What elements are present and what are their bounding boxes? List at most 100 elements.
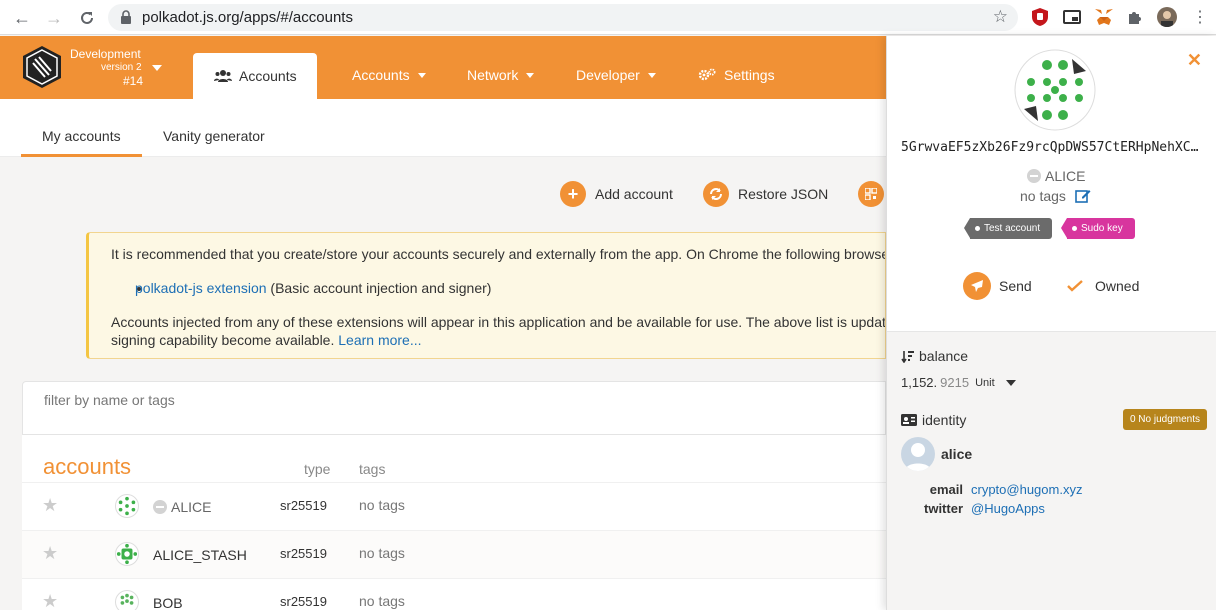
menu-network[interactable]: Network (467, 67, 535, 83)
filter-placeholder: filter by name or tags (44, 392, 175, 408)
minus-circle-icon (1027, 169, 1041, 183)
add-account-label: Add account (595, 186, 673, 202)
account-name: ALICE (153, 499, 211, 515)
subtab-bar: My accounts Vanity generator (0, 99, 886, 157)
account-type: sr25519 (280, 594, 327, 609)
chevron-down-icon (647, 72, 656, 78)
balance-unit: Unit (975, 376, 995, 389)
extensions-puzzle-icon[interactable] (1125, 7, 1145, 27)
tab-accounts-label: Accounts (239, 68, 297, 84)
tab-accounts-active[interactable]: Accounts (193, 53, 317, 99)
chain-version: version 2 (101, 62, 142, 73)
balance-integer: 1,152. (901, 375, 938, 390)
url-text: polkadot.js.org/apps/#/accounts (142, 9, 353, 26)
menu-accounts-label: Accounts (352, 67, 410, 83)
owned-label: Owned (1095, 278, 1140, 294)
menu-developer[interactable]: Developer (576, 67, 656, 83)
twitter-link[interactable]: @HugoApps (971, 501, 1045, 516)
chain-name: Development (70, 47, 141, 61)
lock-icon (121, 10, 131, 24)
notice-line-3: Accounts injected from any of these exte… (111, 314, 886, 330)
send-button[interactable]: Send (963, 272, 1032, 300)
extension-desc: (Basic account injection and signer) (266, 280, 492, 296)
add-account-button[interactable]: + Add account (560, 181, 673, 207)
browser-menu-icon[interactable]: ⋮ (1190, 7, 1210, 27)
restore-json-label: Restore JSON (738, 186, 829, 202)
account-name: BOB (153, 595, 183, 610)
users-icon (214, 70, 232, 82)
subtab-vanity-generator[interactable]: Vanity generator (163, 128, 265, 144)
table-row[interactable]: ★ ALICE_STASH sr25519 no tags (22, 530, 886, 578)
metamask-extension-icon[interactable] (1094, 7, 1114, 27)
reload-icon[interactable] (76, 7, 98, 29)
tag-hole (975, 226, 980, 231)
owned-indicator: Owned (1067, 278, 1139, 294)
subtab-my-accounts[interactable]: My accounts (42, 128, 121, 144)
identity-display-name: alice (941, 446, 973, 462)
forward-icon[interactable]: → (43, 7, 65, 29)
identicon-avatar (115, 590, 139, 610)
col-tags-header: tags (359, 461, 386, 477)
chain-block: #14 (123, 74, 144, 88)
app-header: Development version 2 #14 Accounts Accou… (0, 36, 886, 99)
extension-link[interactable]: polkadot-js extension (135, 280, 267, 296)
account-tags: no tags (359, 593, 405, 609)
security-notice: It is recommended that you create/store … (86, 232, 886, 359)
paper-plane-icon (963, 272, 991, 300)
col-type-header: type (304, 461, 331, 477)
sync-icon (703, 181, 729, 207)
browser-toolbar: ← → polkadot.js.org/apps/#/accounts ☆ ⋮ (0, 0, 1216, 35)
identity-avatar (901, 437, 935, 471)
tag-test-account: Test account (963, 218, 1053, 239)
chain-caret-icon[interactable] (152, 65, 162, 71)
account-tags: no tags (359, 497, 405, 513)
account-type: sr25519 (280, 546, 327, 561)
balance-decimal: 9215 (940, 375, 970, 390)
identity-label: identity (922, 412, 967, 428)
account-name: ALICE (1027, 168, 1085, 184)
check-icon (1067, 280, 1083, 292)
notice-line-1: It is recommended that you create/store … (111, 246, 886, 262)
tag-sudo-key: Sudo key (1061, 218, 1135, 239)
favorite-star-icon[interactable]: ★ (42, 495, 58, 516)
menu-settings[interactable]: Settings (698, 67, 775, 83)
notice-line-4: signing capability become available. Lea… (111, 332, 422, 348)
email-link[interactable]: crypto@hugom.xyz (971, 482, 1082, 497)
account-address[interactable]: 5GrwvaEF5zXb26Fz9rcQpDWS57CtERHpNehXCPcN… (901, 140, 1206, 155)
gears-icon (698, 68, 716, 81)
balance-value[interactable]: 1,152. 9215 Unit (901, 375, 1016, 390)
account-tags: no tags (359, 545, 405, 561)
twitter-label: twitter (924, 501, 963, 516)
chain-selector[interactable]: Development version 2 #14 (70, 47, 143, 87)
picture-in-picture-icon[interactable] (1062, 7, 1082, 27)
ublock-extension-icon[interactable] (1030, 7, 1050, 27)
sort-amount-icon (901, 350, 914, 363)
edit-icon[interactable] (1075, 188, 1091, 204)
table-row[interactable]: ★ ALICE sr25519 no tags (22, 482, 886, 530)
close-icon[interactable]: ✕ (1187, 50, 1202, 71)
account-sidebar: ✕ 5GrwvaEF5zXb26Fz9rcQpDWS57CtERHpNehXCP… (886, 36, 1216, 610)
qr-code-icon (858, 181, 884, 207)
restore-json-button[interactable]: Restore JSON (703, 181, 828, 207)
polkadot-logo-icon[interactable] (21, 45, 63, 89)
caret-down-icon[interactable] (1005, 379, 1016, 386)
table-row[interactable]: ★ BOB sr25519 no tags (22, 578, 886, 610)
identity-section-header: identity (901, 412, 966, 428)
judgments-badge: 0 No judgments (1122, 409, 1207, 430)
filter-input[interactable]: filter by name or tags (22, 381, 886, 435)
identicon-avatar (115, 542, 139, 566)
identicon-avatar (115, 494, 139, 518)
favorite-star-icon[interactable]: ★ (42, 543, 58, 564)
learn-more-link[interactable]: Learn more... (338, 332, 421, 348)
address-bar[interactable]: polkadot.js.org/apps/#/accounts ☆ (108, 4, 1018, 31)
qr-account-button[interactable] (858, 181, 886, 207)
balance-section-header: balance (901, 348, 968, 364)
identicon-avatar-large (1014, 49, 1096, 131)
back-icon[interactable]: ← (11, 7, 33, 29)
favorite-star-icon[interactable]: ★ (42, 591, 58, 610)
account-type: sr25519 (280, 498, 327, 513)
account-tags: no tags (1020, 188, 1066, 204)
menu-accounts[interactable]: Accounts (352, 67, 426, 83)
profile-avatar[interactable] (1157, 7, 1177, 27)
bookmark-star-icon[interactable]: ☆ (993, 7, 1008, 27)
